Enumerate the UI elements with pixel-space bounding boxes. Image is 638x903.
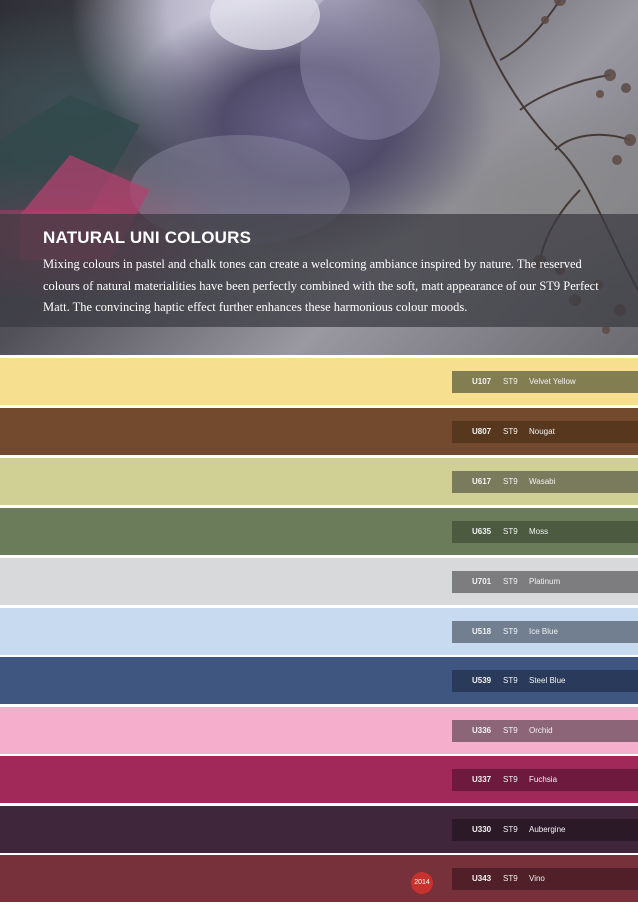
swatch-u807: U807 ST9 Nougat [0, 408, 638, 455]
swatch-u330: U330 ST9 Aubergine [0, 806, 638, 853]
section-title: NATURAL UNI COLOURS [43, 228, 252, 247]
finish-code: ST9 [503, 377, 518, 386]
swatch-u337: U337 ST9 Fuchsia [0, 756, 638, 803]
finish-code: ST9 [503, 577, 518, 586]
decor-code: U617 [472, 477, 492, 486]
colour-name: Steel Blue [529, 676, 566, 685]
year-badge: 2014 [411, 872, 433, 894]
colour-name: Moss [529, 527, 549, 536]
swatch-label: U807 ST9 Nougat [452, 421, 638, 443]
swatch-label: U635 ST9 Moss [452, 521, 638, 543]
colour-name: Velvet Yellow [529, 377, 576, 386]
colour-name: Nougat [529, 427, 555, 436]
section-description: Mixing colours in pastel and chalk tones… [43, 257, 599, 314]
finish-code: ST9 [503, 874, 518, 883]
decor-code: U107 [472, 377, 492, 386]
finish-code: ST9 [503, 726, 518, 735]
finish-code: ST9 [503, 527, 518, 536]
colour-name: Vino [529, 874, 545, 883]
finish-code: ST9 [503, 477, 518, 486]
decor-code: U336 [472, 726, 492, 735]
swatch-label: U107 ST9 Velvet Yellow [452, 371, 638, 393]
swatch-label: U539 ST9 Steel Blue [452, 670, 638, 692]
swatch-label: U701 ST9 Platinum [452, 571, 638, 593]
swatch-u617: U617 ST9 Wasabi [0, 458, 638, 505]
decor-code: U518 [472, 627, 492, 636]
decor-code: U701 [472, 577, 492, 586]
swatch-label: U617 ST9 Wasabi [452, 471, 638, 493]
decor-code: U635 [472, 527, 492, 536]
swatch-label: U343 ST9 Vino [452, 868, 638, 890]
swatch-u107: U107 ST9 Velvet Yellow [0, 358, 638, 405]
finish-code: ST9 [503, 676, 518, 685]
swatch-u635: U635 ST9 Moss [0, 508, 638, 555]
swatch-label: U518 ST9 Ice Blue [452, 621, 638, 643]
finish-code: ST9 [503, 627, 518, 636]
colour-name: Orchid [529, 726, 553, 735]
swatch-label: U330 ST9 Aubergine [452, 819, 638, 841]
swatch-u518: U518 ST9 Ice Blue [0, 608, 638, 655]
finish-code: ST9 [503, 775, 518, 784]
vase-shape [300, 0, 440, 140]
swatch-u539: U539 ST9 Steel Blue [0, 657, 638, 704]
swatch-u701: U701 ST9 Platinum [0, 558, 638, 605]
decor-code: U807 [472, 427, 492, 436]
finish-code: ST9 [503, 825, 518, 834]
colour-name: Aubergine [529, 825, 566, 834]
colour-name: Wasabi [529, 477, 556, 486]
decor-code: U337 [472, 775, 492, 784]
colour-name: Platinum [529, 577, 561, 586]
decor-code: U330 [472, 825, 492, 834]
swatch-label: U337 ST9 Fuchsia [452, 769, 638, 791]
finish-code: ST9 [503, 427, 518, 436]
colour-name: Fuchsia [529, 775, 558, 784]
decor-code: U539 [472, 676, 492, 685]
swatch-label: U336 ST9 Orchid [452, 720, 638, 742]
swatch-u336: U336 ST9 Orchid [0, 707, 638, 754]
decor-code: U343 [472, 874, 492, 883]
colour-name: Ice Blue [529, 627, 558, 636]
swatch-u343: U343 ST9 Vino [0, 855, 638, 902]
